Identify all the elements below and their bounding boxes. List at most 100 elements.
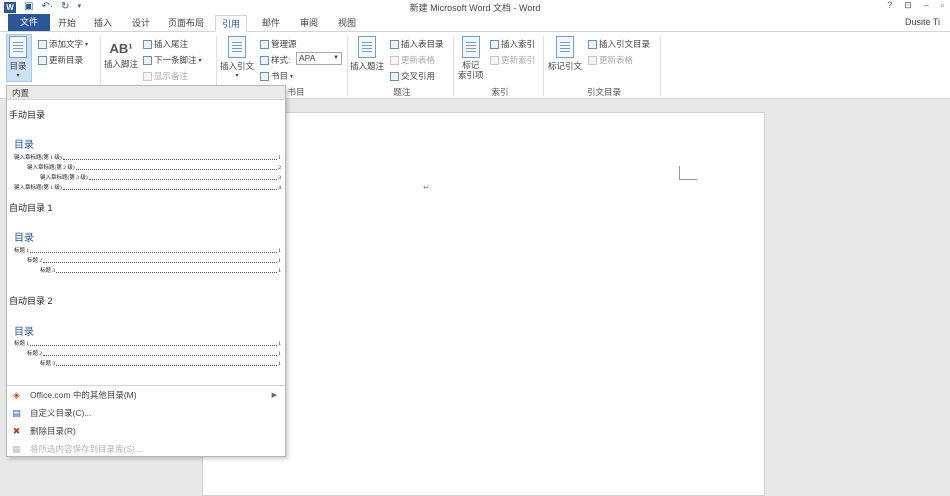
bibliography-button[interactable]: 书目 ▾ bbox=[260, 70, 293, 82]
custom-toc-icon: ▤ bbox=[12, 407, 21, 418]
window-title: 新建 Microsoft Word 文档 - Word bbox=[409, 3, 541, 13]
toc-preview-line: 键入章标题(第 1 级) 4 bbox=[14, 185, 281, 191]
manage-sources-label: 管理源 bbox=[271, 39, 297, 49]
insert-caption-button[interactable]: 插入题注 bbox=[350, 36, 384, 72]
tab-insert[interactable]: 插入 bbox=[88, 15, 118, 32]
mark-entry-icon bbox=[461, 36, 480, 58]
table-of-figures-icon bbox=[390, 39, 399, 49]
show-notes-button[interactable]: 显示备注 bbox=[143, 70, 188, 82]
mark-entry-button[interactable]: 标记 索引项 bbox=[458, 36, 484, 80]
mark-citation-button[interactable]: 标记引文 bbox=[548, 36, 582, 72]
group-separator bbox=[453, 36, 454, 96]
toc-preview-line: 键入章标题(第 3 级) 3 bbox=[40, 175, 281, 181]
insert-citation-label: 插入引文 bbox=[220, 61, 255, 71]
save-selection-to-gallery-item[interactable]: ▦ 将所选内容保存到目录库(S)... bbox=[7, 440, 285, 458]
add-text-button[interactable]: 添加文字 ▾ bbox=[38, 38, 88, 50]
endnote-icon bbox=[143, 39, 152, 49]
custom-toc-label: 自定义目录(C)... bbox=[30, 408, 92, 418]
insert-endnote-label: 插入尾注 bbox=[154, 39, 189, 49]
margin-corner-mark bbox=[679, 166, 697, 180]
insert-index-icon bbox=[490, 39, 499, 49]
tab-review[interactable]: 审阅 bbox=[294, 15, 324, 32]
update-toa-button[interactable]: 更新表格 bbox=[588, 54, 633, 66]
update-toc-label: 更新目录 bbox=[49, 55, 84, 65]
cross-reference-icon bbox=[390, 71, 399, 81]
update-toc-icon bbox=[38, 55, 47, 65]
manage-sources-button[interactable]: 管理源 bbox=[260, 38, 297, 50]
toc-button-label: 目录 bbox=[9, 61, 27, 71]
insert-citation-button[interactable]: 插入引文 ▾ bbox=[220, 36, 254, 79]
toc-icon bbox=[9, 36, 27, 58]
style-icon bbox=[260, 55, 269, 65]
toc-preview-line: 标题 11 bbox=[14, 248, 281, 254]
caption-icon bbox=[358, 36, 376, 58]
submenu-arrow-icon: ▶ bbox=[271, 392, 277, 399]
group-label-captions: 题注 bbox=[393, 87, 411, 97]
tab-view[interactable]: 视图 bbox=[332, 15, 362, 32]
auto-toc-1-title: 自动目录 1 bbox=[9, 203, 53, 213]
insert-table-of-figures-button[interactable]: 插入表目录 bbox=[390, 38, 444, 50]
tab-home[interactable]: 开始 bbox=[52, 15, 82, 32]
tab-design[interactable]: 设计 bbox=[126, 15, 156, 32]
manual-toc-heading: 目录 bbox=[14, 140, 34, 151]
manage-sources-icon bbox=[260, 39, 269, 49]
save-selection-label: 将所选内容保存到目录库(S)... bbox=[30, 444, 142, 454]
insert-index-button[interactable]: 插入索引 bbox=[490, 38, 535, 50]
custom-toc-item[interactable]: ▤ 自定义目录(C)... bbox=[7, 404, 285, 422]
insert-footnote-button[interactable]: AB¹ 插入脚注 bbox=[104, 40, 138, 70]
manual-toc-title: 手动目录 bbox=[9, 110, 46, 120]
toc-preview-line: 标题 21 bbox=[27, 351, 281, 357]
insert-endnote-button[interactable]: 插入尾注 bbox=[143, 38, 188, 50]
update-table-button[interactable]: 更新表格 bbox=[390, 54, 435, 66]
remove-toc-label: 删除目录(R) bbox=[30, 426, 76, 436]
save-selection-icon: ▦ bbox=[12, 443, 21, 454]
show-notes-icon bbox=[143, 71, 152, 81]
update-toa-label: 更新表格 bbox=[599, 55, 634, 65]
toc-preview-line: 标题 21 bbox=[27, 258, 281, 264]
ribbon-display-icon[interactable]: ⊡ bbox=[904, 0, 912, 11]
toc-preview-line: 键入章标题(第 1 级) 1 bbox=[14, 155, 281, 161]
update-index-button[interactable]: 更新索引 bbox=[490, 54, 535, 66]
insert-toa-button[interactable]: 插入引文目录 bbox=[588, 38, 650, 50]
insert-footnote-label: 插入脚注 bbox=[104, 59, 139, 69]
office-com-more-toc-label: Office.com 中的其他目录(M) bbox=[30, 390, 137, 400]
window-controls: ? ⊡ – ▫ bbox=[887, 0, 944, 11]
group-label-toa: 引文目录 bbox=[586, 87, 621, 97]
user-name[interactable]: Dusite Ti bbox=[905, 17, 940, 27]
toc-preview-line: 标题 11 bbox=[14, 341, 281, 347]
insert-toa-label: 插入引文目录 bbox=[599, 39, 651, 49]
auto-toc-2-heading: 目录 bbox=[14, 327, 34, 338]
minimize-icon[interactable]: – bbox=[924, 0, 929, 11]
gallery-section-header: 内置 bbox=[7, 86, 285, 100]
insert-caption-label: 插入题注 bbox=[350, 61, 385, 71]
toc-button-content[interactable]: 目录 ▾ bbox=[9, 36, 27, 79]
citation-style-value: APA bbox=[299, 53, 316, 63]
toc-dropdown-arrow-icon: ▾ bbox=[16, 73, 20, 79]
next-footnote-button[interactable]: 下一条脚注 ▾ bbox=[143, 54, 202, 66]
update-toc-button[interactable]: 更新目录 bbox=[38, 54, 83, 66]
remove-toc-item[interactable]: ✖ 删除目录(R) bbox=[7, 422, 285, 440]
office-com-more-toc-item[interactable]: ◈ Office.com 中的其他目录(M) ▶ bbox=[7, 386, 285, 404]
toc-dropdown: 内置 手动目录 目录 键入章标题(第 1 级) 1 键入章标题(第 2 级) 2 键… bbox=[6, 85, 286, 457]
update-index-icon bbox=[490, 55, 499, 65]
restore-icon[interactable]: ▫ bbox=[941, 0, 944, 11]
tab-mailings[interactable]: 邮件 bbox=[256, 15, 286, 32]
group-label-citations: 书目 bbox=[287, 87, 305, 97]
auto-toc-1-heading: 目录 bbox=[14, 233, 34, 244]
cross-reference-button[interactable]: 交叉引用 bbox=[390, 70, 435, 82]
citation-style-select[interactable]: APA ▼ bbox=[296, 52, 342, 65]
help-icon[interactable]: ? bbox=[887, 0, 892, 11]
tab-file[interactable]: 文件 bbox=[8, 14, 51, 31]
paragraph-mark: ↵ bbox=[423, 183, 430, 192]
citation-icon bbox=[228, 36, 246, 58]
title-bar: W ▣ ↶· ↻ ▾ 新建 Microsoft Word 文档 - Word ?… bbox=[0, 0, 950, 14]
chevron-down-icon: ▼ bbox=[333, 55, 339, 61]
tab-references[interactable]: 引用 bbox=[215, 15, 248, 32]
group-separator bbox=[543, 36, 544, 96]
tab-layout[interactable]: 页面布局 bbox=[162, 15, 210, 32]
insert-index-label: 插入索引 bbox=[501, 39, 536, 49]
update-table-icon bbox=[390, 55, 399, 65]
auto-toc-2-title: 自动目录 2 bbox=[9, 296, 53, 306]
insert-toa-icon bbox=[588, 39, 597, 49]
cross-reference-label: 交叉引用 bbox=[401, 71, 436, 81]
